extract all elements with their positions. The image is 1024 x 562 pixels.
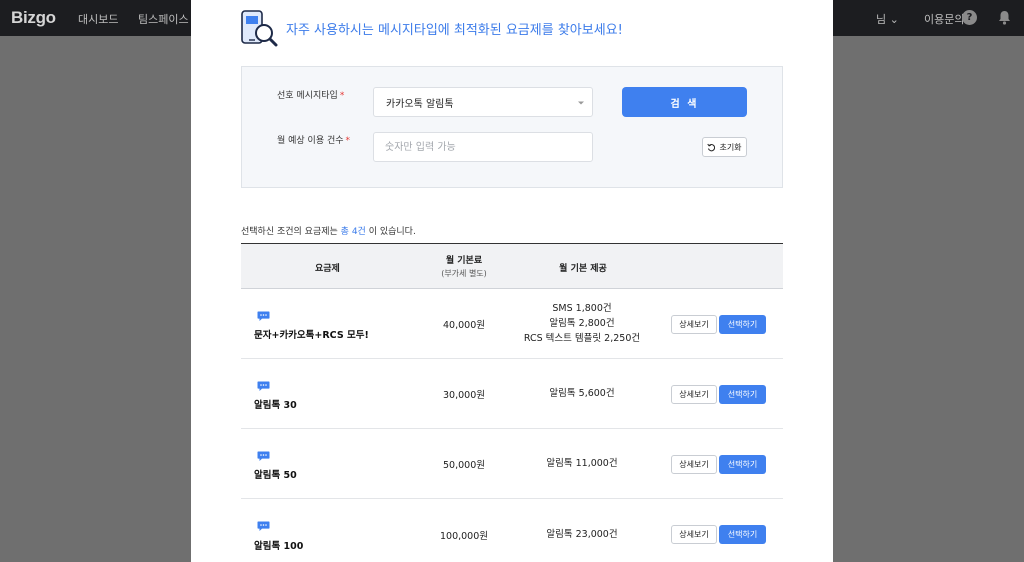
select-plan-button[interactable]: 선택하기 [719, 385, 766, 404]
plan-price: 50,000원 [443, 460, 485, 471]
detail-button[interactable]: 상세보기 [671, 455, 717, 474]
required-mark: * [339, 91, 345, 101]
reset-button[interactable]: 초기화 [702, 137, 747, 157]
select-plan-button[interactable]: 선택하기 [719, 315, 766, 334]
help-icon[interactable]: ? [962, 10, 977, 25]
detail-button[interactable]: 상세보기 [671, 525, 717, 544]
plan-name: 알림톡 50 [254, 470, 297, 481]
plan-name: 문자+카카오톡+RCS 모두! [254, 330, 369, 341]
reset-label: 초기화 [719, 142, 742, 152]
chat-bubble-icon [257, 311, 270, 321]
detail-button[interactable]: 상세보기 [671, 315, 717, 334]
message-type-value: 카카오톡 알림톡 [386, 98, 454, 110]
header-monthly-provide: 월 기본 제공 [559, 264, 607, 274]
provide-line: 알림톡 23,000건 [546, 529, 618, 540]
monthly-count-input[interactable] [373, 132, 593, 162]
plan-price: 30,000원 [443, 390, 485, 401]
plan-price: 100,000원 [439, 531, 489, 542]
chevron-down-icon [578, 101, 584, 105]
provide-line: 알림톡 5,600건 [549, 388, 615, 399]
bell-icon[interactable] [998, 10, 1011, 25]
header-plan: 요금제 [315, 264, 340, 274]
message-type-label: 선호 메시지타입 * [277, 91, 345, 101]
phone-search-icon [241, 10, 278, 47]
required-mark: * [345, 136, 351, 146]
search-button[interactable]: 검 색 [622, 87, 747, 117]
provide-line: 알림톡 11,000건 [546, 458, 618, 469]
select-plan-button[interactable]: 선택하기 [719, 525, 766, 544]
table-row: 알림톡 30 30,000원 알림톡 5,600건 상세보기 선택하기 [241, 359, 783, 429]
plan-provide: 알림톡 23,000건 [511, 527, 653, 542]
plan-name: 알림톡 100 [254, 541, 304, 552]
search-panel [241, 66, 783, 188]
table-row: 알림톡 50 50,000원 알림톡 11,000건 상세보기 선택하기 [241, 429, 783, 499]
plan-price: 40,000원 [443, 320, 485, 331]
table-row: 알림톡 100 100,000원 알림톡 23,000건 상세보기 선택하기 [241, 499, 783, 562]
detail-button[interactable]: 상세보기 [671, 385, 717, 404]
modal-title: 자주 사용하시는 메시지타입에 최적화된 요금제를 찾아보세요! [286, 23, 623, 38]
logo[interactable]: Bizgo [11, 8, 56, 28]
nav-dashboard[interactable]: 대시보드 [78, 11, 118, 27]
result-summary: 선택하신 조건의 요금제는 총 4건 이 있습니다. [241, 227, 416, 237]
header-vat-note: (부가세 별도) [441, 269, 487, 278]
table-row: 문자+카카오톡+RCS 모두! 40,000원 SMS 1,800건 알림톡 2… [241, 289, 783, 359]
chat-bubble-icon [257, 381, 270, 391]
chat-bubble-icon [257, 521, 270, 531]
message-type-select[interactable]: 카카오톡 알림톡 [373, 87, 593, 117]
header-monthly-fee: 월 기본료 [445, 256, 483, 266]
monthly-count-label: 월 예상 이용 건수 * [277, 136, 351, 146]
nav-inquiry[interactable]: 이용문의 [924, 11, 964, 27]
provide-line: RCS 텍스트 템플릿 2,250건 [523, 333, 641, 344]
provide-line: SMS 1,800건 [552, 303, 612, 314]
plan-name: 알림톡 30 [254, 400, 297, 411]
chat-bubble-icon [257, 451, 270, 461]
provide-line: 알림톡 2,800건 [549, 318, 615, 329]
plan-provide: 알림톡 5,600건 [511, 386, 653, 401]
plan-provide: 알림톡 11,000건 [511, 456, 653, 471]
reset-icon [707, 143, 716, 151]
user-menu[interactable]: 님 ⌄ [876, 11, 899, 27]
plan-provide: SMS 1,800건 알림톡 2,800건 RCS 텍스트 템플릿 2,250건 [511, 301, 653, 346]
result-count: 총 4건 [340, 227, 366, 237]
select-plan-button[interactable]: 선택하기 [719, 455, 766, 474]
